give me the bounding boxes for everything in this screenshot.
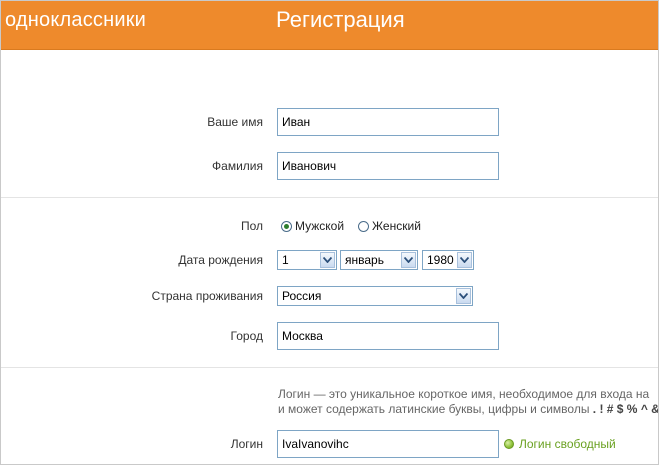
chevron-down-icon[interactable] <box>456 288 471 304</box>
birth-day-select[interactable]: 1 <box>277 250 337 270</box>
login-hint-line1: Логин — это уникальное короткое имя, нео… <box>278 387 650 401</box>
birth-year-value: 1980 <box>427 253 454 267</box>
city-input[interactable] <box>277 322 499 350</box>
birth-day-value: 1 <box>282 253 289 267</box>
gender-label: Пол <box>240 219 263 233</box>
chevron-down-icon[interactable] <box>457 252 472 268</box>
login-input[interactable] <box>277 430 499 458</box>
last-name-input[interactable] <box>277 152 499 180</box>
login-hint: Логин — это уникальное короткое имя, нео… <box>278 387 659 417</box>
birth-year-select[interactable]: 1980 <box>422 250 474 270</box>
gender-male-label: Мужской <box>295 219 345 233</box>
first-name-label: Ваше имя <box>207 115 263 129</box>
section-divider <box>1 367 658 368</box>
section-divider <box>1 197 658 198</box>
birth-date-label: Дата рождения <box>178 253 263 267</box>
country-value: Россия <box>282 289 322 303</box>
country-select[interactable]: Россия <box>277 286 473 306</box>
gender-male-radio[interactable]: Мужской <box>281 218 344 234</box>
login-hint-text: и может содержать латинские буквы, цифры… <box>278 402 590 416</box>
registration-window: одноклассники Регистрация Ваше имя Фамил… <box>0 0 659 465</box>
login-hint-symbols: . ! # $ % ^ & <box>592 402 659 416</box>
gender-female-radio[interactable]: Женский <box>358 218 421 234</box>
green-dot-icon <box>504 439 514 449</box>
page-title: Регистрация <box>276 7 405 32</box>
first-name-input[interactable] <box>277 108 499 136</box>
site-logo[interactable]: одноклассники <box>5 9 146 32</box>
birth-month-select[interactable]: январь <box>340 250 418 270</box>
login-label: Логин <box>230 437 263 451</box>
login-status: Логин свободный <box>504 437 616 451</box>
radio-unchecked-icon <box>358 220 369 232</box>
gender-female-label: Женский <box>372 219 421 233</box>
birth-month-value: январь <box>345 253 384 267</box>
city-label: Город <box>230 329 263 343</box>
header-bar: одноклассники Регистрация <box>1 1 658 50</box>
last-name-label: Фамилия <box>212 159 263 173</box>
chevron-down-icon[interactable] <box>320 252 335 268</box>
login-status-text: Логин свободный <box>519 437 616 451</box>
country-label: Страна проживания <box>151 289 263 303</box>
login-hint-line2: и может содержать латинские буквы, цифры… <box>278 402 659 417</box>
chevron-down-icon[interactable] <box>401 252 416 268</box>
radio-checked-icon <box>281 220 292 232</box>
